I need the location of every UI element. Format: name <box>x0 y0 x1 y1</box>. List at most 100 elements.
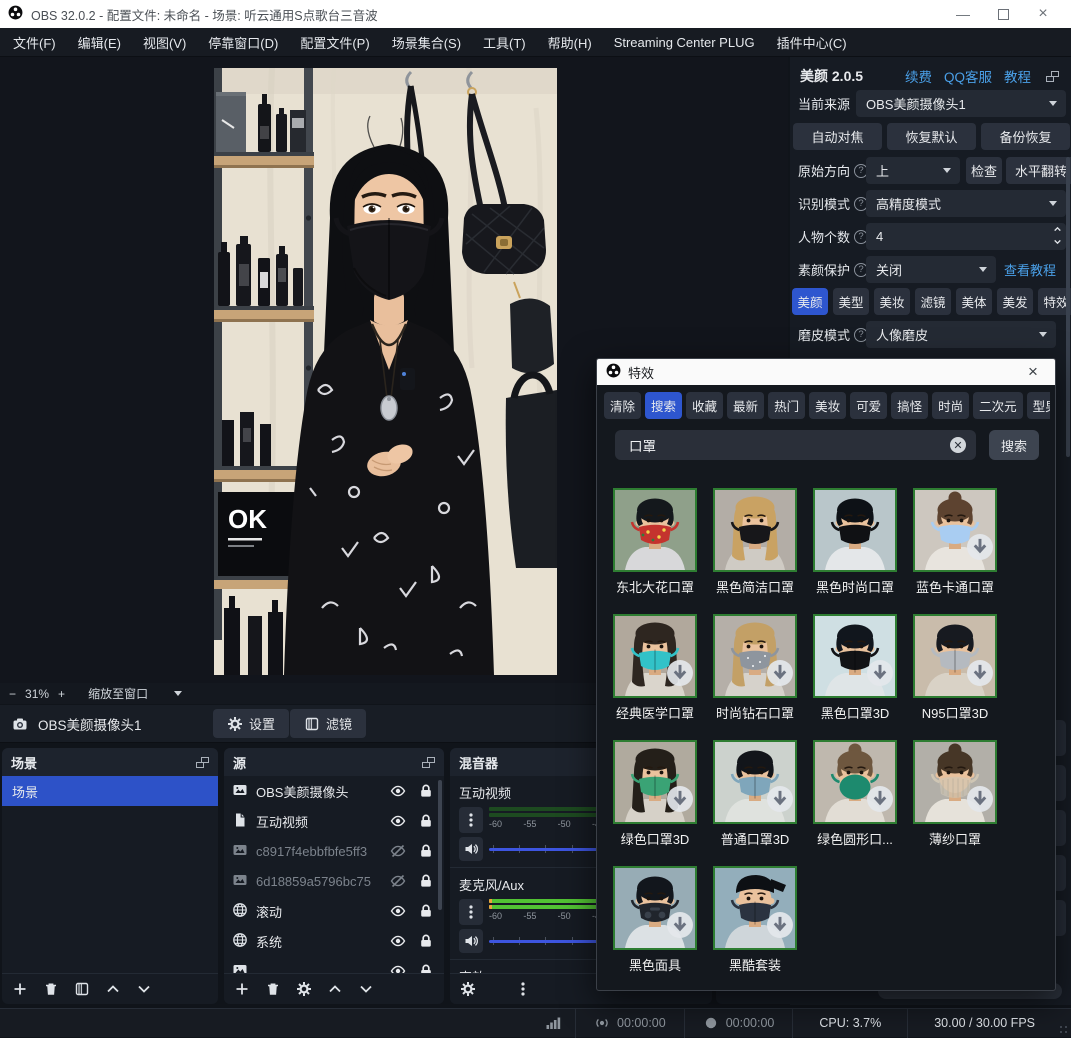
effect-card[interactable]: 普通口罩3D <box>713 740 797 848</box>
effects-tab-热门[interactable]: 热门 <box>768 392 805 419</box>
scene-filters-button[interactable] <box>70 977 94 1001</box>
check-button[interactable]: 检查 <box>966 157 1002 184</box>
source-row[interactable]: 滚动 <box>224 896 444 926</box>
zoom-fit-caret-icon[interactable] <box>174 691 182 696</box>
stepper-down-icon[interactable] <box>1053 237 1062 246</box>
menu-item-9[interactable]: 插件中心(C) <box>766 28 858 57</box>
beauty-scrollbar[interactable] <box>1066 157 1070 457</box>
zoom-out-button[interactable]: − <box>0 687 25 701</box>
source-row[interactable]: 互动视频 <box>224 806 444 836</box>
menu-item-7[interactable]: 帮助(H) <box>537 28 603 57</box>
effect-thumbnail[interactable] <box>813 488 897 572</box>
effect-thumbnail[interactable] <box>713 740 797 824</box>
menu-item-5[interactable]: 场景集合(S) <box>381 28 472 57</box>
channel-menu-button[interactable] <box>459 807 483 833</box>
beauty-link-2[interactable]: 教程 <box>1004 66 1031 86</box>
effect-card[interactable]: 经典医学口罩 <box>613 614 697 722</box>
download-icon[interactable] <box>767 660 793 686</box>
download-icon[interactable] <box>667 786 693 812</box>
download-icon[interactable] <box>967 534 993 560</box>
beauty-action-button-0[interactable]: 自动对焦 <box>793 123 882 150</box>
flip-horizontal-button[interactable]: 水平翻转 <box>1006 157 1071 184</box>
effects-tab-美妆[interactable]: 美妆 <box>809 392 846 419</box>
person-count-stepper[interactable]: 4 <box>866 223 1066 250</box>
download-icon[interactable] <box>667 660 693 686</box>
mixer-menu-button[interactable] <box>511 977 535 1001</box>
source-row[interactable]: 系统 <box>224 926 444 956</box>
beauty-tab-美型[interactable]: 美型 <box>833 288 869 315</box>
effect-thumbnail[interactable] <box>813 614 897 698</box>
remove-scene-button[interactable] <box>39 977 63 1001</box>
effects-tab-收藏[interactable]: 收藏 <box>686 392 723 419</box>
effects-tab-型男[interactable]: 型男 <box>1027 392 1050 419</box>
zoom-fit-select[interactable]: 缩放至窗口 <box>88 685 148 702</box>
visibility-toggle-eye-off-icon[interactable] <box>388 871 408 891</box>
effect-thumbnail[interactable] <box>913 740 997 824</box>
move-source-down-button[interactable] <box>354 977 378 1001</box>
detect-mode-select[interactable]: 高精度模式 <box>866 190 1066 217</box>
tutorial-link[interactable]: 查看教程 <box>1004 256 1056 283</box>
visibility-toggle-eye-icon[interactable] <box>388 901 408 921</box>
effects-search-input[interactable] <box>615 430 976 460</box>
effect-thumbnail[interactable] <box>713 488 797 572</box>
effect-card[interactable]: 东北大花口罩 <box>613 488 697 596</box>
sources-scrollbar[interactable] <box>438 780 442 910</box>
download-icon[interactable] <box>967 660 993 686</box>
effect-thumbnail[interactable] <box>613 614 697 698</box>
dialog-close-button[interactable]: × <box>1020 361 1046 383</box>
download-icon[interactable] <box>767 786 793 812</box>
effects-tab-二次元[interactable]: 二次元 <box>973 392 1023 419</box>
maximize-button[interactable] <box>983 1 1023 27</box>
smooth-mode-select[interactable]: 人像磨皮 <box>866 321 1056 348</box>
source-row[interactable] <box>224 956 444 973</box>
effect-thumbnail[interactable] <box>713 866 797 950</box>
source-row[interactable]: 6d18859a5796bc75 <box>224 866 444 896</box>
visibility-toggle-eye-icon[interactable] <box>388 961 408 973</box>
effect-thumbnail[interactable] <box>613 488 697 572</box>
beauty-action-button-1[interactable]: 恢复默认 <box>887 123 976 150</box>
beauty-tab-滤镜[interactable]: 滤镜 <box>915 288 951 315</box>
close-button[interactable]: × <box>1023 1 1063 27</box>
lock-icon[interactable] <box>416 811 436 831</box>
visibility-toggle-eye-icon[interactable] <box>388 781 408 801</box>
beauty-action-button-2[interactable]: 备份恢复 <box>981 123 1070 150</box>
effect-card[interactable]: 黑色口罩3D <box>813 614 897 722</box>
popout-icon[interactable] <box>196 757 209 768</box>
add-scene-button[interactable] <box>8 977 32 1001</box>
lock-icon[interactable] <box>416 841 436 861</box>
effect-thumbnail[interactable] <box>813 740 897 824</box>
beauty-tab-美妆[interactable]: 美妆 <box>874 288 910 315</box>
popout-icon[interactable] <box>1046 71 1059 82</box>
effect-thumbnail[interactable] <box>913 488 997 572</box>
lock-icon[interactable] <box>416 901 436 921</box>
scene-item[interactable]: 场景 <box>2 776 218 806</box>
lock-icon[interactable] <box>416 961 436 973</box>
source-filters-button[interactable]: 滤镜 <box>290 709 366 738</box>
source-row[interactable]: c8917f4ebbfbfe5ff3 <box>224 836 444 866</box>
effect-card[interactable]: 绿色口罩3D <box>613 740 697 848</box>
visibility-toggle-eye-icon[interactable] <box>388 931 408 951</box>
effect-card[interactable]: 蓝色卡通口罩 <box>913 488 997 596</box>
stepper-up-icon[interactable] <box>1053 225 1062 234</box>
effects-tab-时尚[interactable]: 时尚 <box>932 392 969 419</box>
source-properties-button[interactable] <box>292 977 316 1001</box>
beauty-tab-美颜[interactable]: 美颜 <box>792 288 828 315</box>
orientation-select[interactable]: 上 <box>866 157 960 184</box>
download-icon[interactable] <box>967 786 993 812</box>
menu-item-4[interactable]: 配置文件(P) <box>289 28 380 57</box>
beauty-tab-美发[interactable]: 美发 <box>997 288 1033 315</box>
beauty-source-select[interactable]: OBS美颜摄像头1 <box>856 90 1066 117</box>
bare-face-protect-select[interactable]: 关闭 <box>866 256 996 283</box>
menu-item-6[interactable]: 工具(T) <box>472 28 537 57</box>
source-settings-button[interactable]: 设置 <box>213 709 289 738</box>
effects-tab-最新[interactable]: 最新 <box>727 392 764 419</box>
beauty-link-1[interactable]: QQ客服 <box>944 66 992 86</box>
menu-item-1[interactable]: 编辑(E) <box>67 28 132 57</box>
menu-item-2[interactable]: 视图(V) <box>132 28 197 57</box>
lock-icon[interactable] <box>416 931 436 951</box>
download-icon[interactable] <box>667 912 693 938</box>
visibility-toggle-eye-icon[interactable] <box>388 811 408 831</box>
speaker-icon[interactable] <box>459 929 483 953</box>
effects-tab-搞怪[interactable]: 搞怪 <box>891 392 928 419</box>
effect-card[interactable]: N95口罩3D <box>913 614 997 722</box>
